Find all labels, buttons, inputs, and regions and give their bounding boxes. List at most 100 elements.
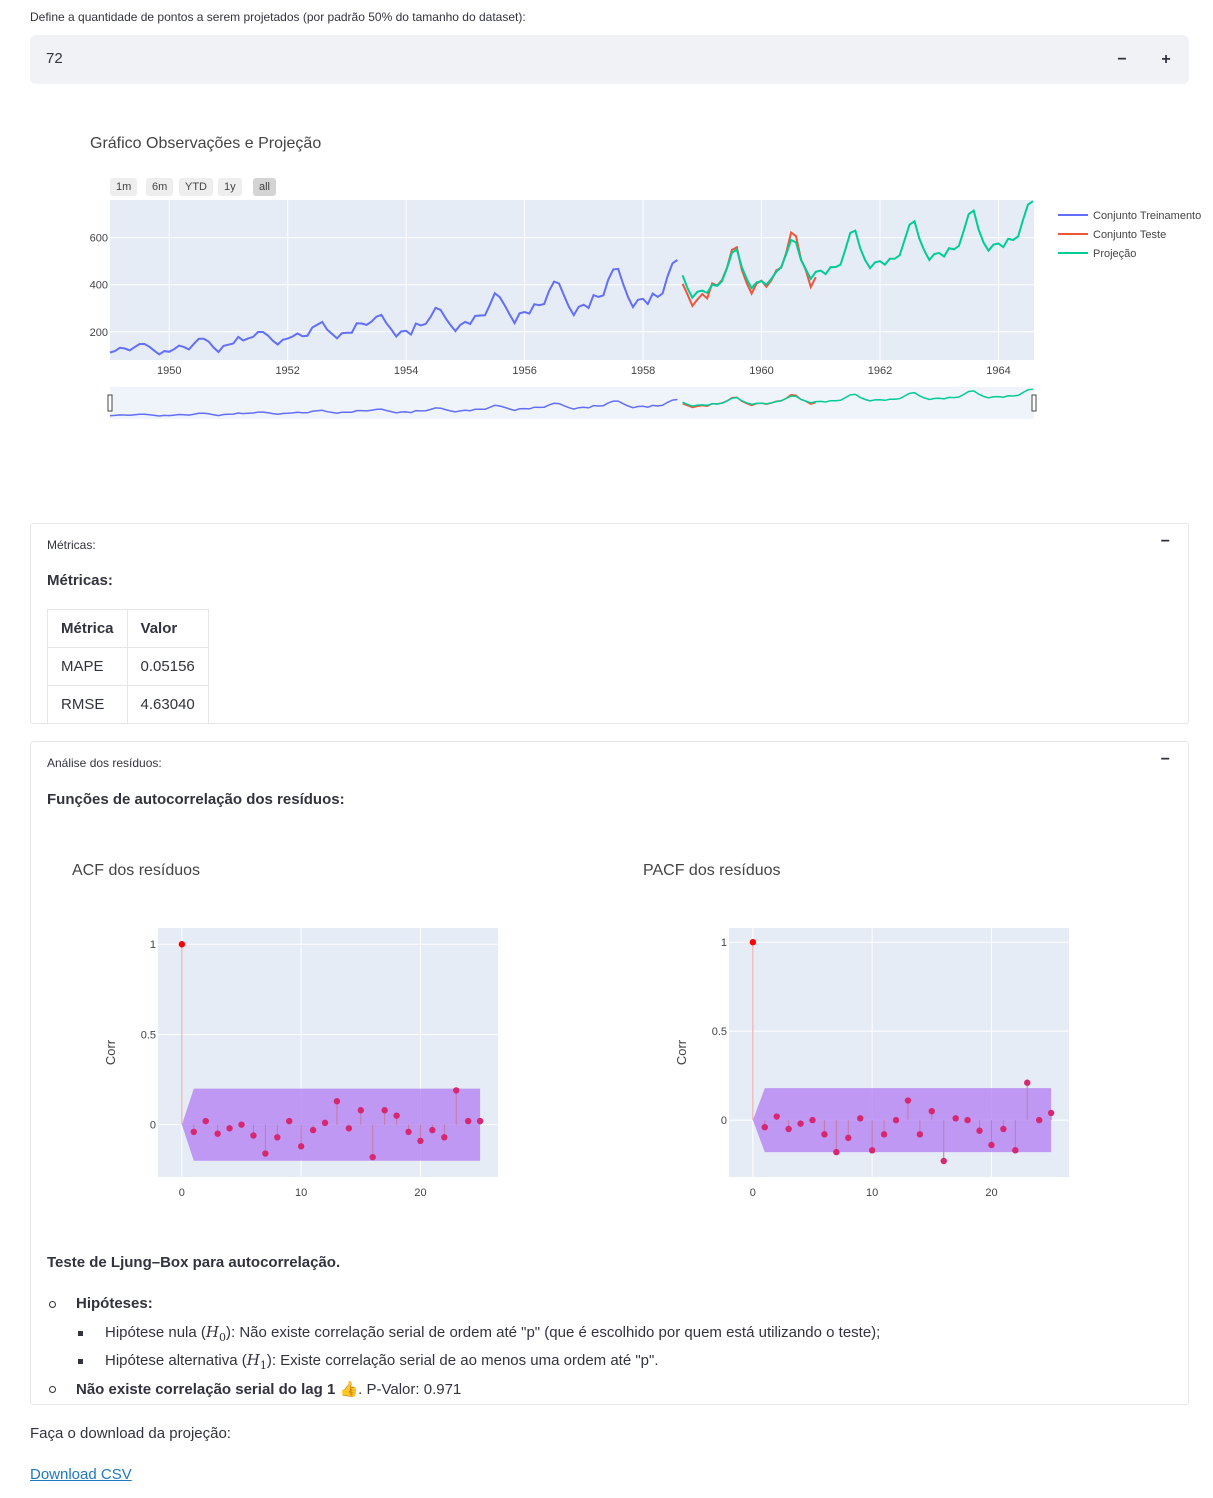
corr-point[interactable] [761, 1124, 768, 1131]
corr-point[interactable] [845, 1134, 852, 1142]
residuals-heading: Funções de autocorrelação dos resíduos: [47, 791, 345, 808]
range-button-1y[interactable]: 1y [218, 178, 242, 196]
main-plot-area [110, 200, 1034, 360]
residuals-expander-label[interactable]: Análise dos resíduos: [47, 756, 162, 770]
corr-point[interactable] [857, 1115, 864, 1122]
corr-point[interactable] [916, 1131, 924, 1138]
y-tick-label: 200 [90, 327, 108, 339]
metrics-expander-label[interactable]: Métricas: [47, 538, 96, 552]
corr-point[interactable] [868, 1147, 876, 1154]
range-slider-left-handle[interactable] [107, 394, 113, 412]
corr-point[interactable] [190, 1128, 197, 1136]
corr-point[interactable] [821, 1131, 828, 1138]
corr-point[interactable] [952, 1115, 959, 1122]
corr-point[interactable] [904, 1097, 912, 1104]
legend-item[interactable]: Projeção [1093, 248, 1136, 260]
corr-point[interactable] [785, 1125, 792, 1133]
y-tick-label: 0.5 [141, 1029, 156, 1041]
list-bullet [49, 1301, 56, 1308]
corr-point[interactable] [250, 1132, 257, 1139]
list-bullet [78, 1331, 83, 1336]
corr-point[interactable] [226, 1125, 233, 1132]
y-tick-label: 0.5 [712, 1026, 727, 1038]
x-tick-label: 20 [985, 1187, 997, 1199]
download-csv-link[interactable]: Download CSV [30, 1466, 132, 1483]
decrement-button[interactable]: − [1108, 47, 1136, 73]
range-button-6m[interactable]: 6m [146, 178, 174, 196]
corr-point[interactable] [1024, 1079, 1031, 1086]
acf-chart-title: ACF dos resíduos [72, 862, 201, 879]
y-tick-label: 0 [721, 1115, 727, 1127]
null-hypothesis: Hipótese nula (H0): Não existe correlaçã… [105, 1323, 881, 1344]
residuals-collapse-icon[interactable]: − [1161, 751, 1170, 769]
pacf-chart[interactable]: 0102000.51LagsCorr [602, 912, 1172, 1202]
corr-point[interactable] [773, 1113, 780, 1120]
range-slider[interactable] [110, 387, 1034, 419]
corr-point[interactable] [749, 939, 757, 946]
range-button-1m[interactable]: 1m [110, 178, 138, 196]
x-tick-label: 1956 [512, 365, 536, 377]
corr-point[interactable] [369, 1153, 376, 1161]
corr-point[interactable] [976, 1127, 983, 1134]
corr-point[interactable] [809, 1116, 816, 1124]
corr-point[interactable] [214, 1130, 221, 1137]
y-axis-label: Corr [103, 1039, 118, 1065]
corr-point[interactable] [441, 1134, 448, 1141]
x-tick-label: 0 [179, 1187, 185, 1199]
corr-point[interactable] [928, 1107, 936, 1115]
corr-point[interactable] [988, 1141, 995, 1149]
x-tick-label: 1962 [868, 365, 892, 377]
corr-point[interactable] [1047, 1109, 1055, 1117]
corr-point[interactable] [940, 1157, 947, 1165]
metrics-expander[interactable]: Métricas: − Métricas: Métrica Valor MAPE… [30, 523, 1189, 724]
corr-point[interactable] [309, 1126, 317, 1134]
x-tick-label: 1952 [275, 365, 299, 377]
metrics-collapse-icon[interactable]: − [1161, 533, 1170, 551]
corr-point[interactable] [202, 1117, 209, 1125]
range-button-all[interactable]: all [253, 178, 277, 196]
metric-value: 0.05156 [126, 647, 209, 686]
corr-point[interactable] [321, 1119, 329, 1127]
projection-count-value[interactable]: 72 [46, 50, 63, 67]
corr-point[interactable] [417, 1137, 424, 1145]
corr-point[interactable] [429, 1126, 436, 1134]
corr-point[interactable] [1012, 1147, 1019, 1154]
corr-point[interactable] [797, 1120, 804, 1127]
corr-point[interactable] [297, 1143, 305, 1150]
x-tick-label: 1950 [157, 365, 181, 377]
corr-point[interactable] [453, 1087, 460, 1094]
projection-count-input[interactable]: 72 − + [30, 35, 1189, 84]
corr-point[interactable] [262, 1150, 269, 1157]
corr-point[interactable] [381, 1107, 388, 1114]
acf-chart[interactable]: 0102000.51LagsCorr [31, 912, 601, 1202]
x-tick-label: 20 [414, 1187, 426, 1199]
residuals-expander[interactable]: Análise dos resíduos: − Funções de autoc… [30, 741, 1189, 1405]
corr-point[interactable] [1000, 1125, 1007, 1133]
main-chart[interactable]: 1950 1952 1954 1956 1958 1960 1962 1964 200 400 60… [0, 195, 1213, 425]
corr-point[interactable] [964, 1116, 971, 1124]
corr-point[interactable] [833, 1148, 840, 1156]
projection-count-label: Define a quantidade de pontos a serem pr… [30, 10, 526, 24]
corr-point[interactable] [274, 1134, 281, 1141]
legend-item[interactable]: Conjunto Treinamento [1093, 210, 1201, 222]
corr-point[interactable] [345, 1125, 353, 1132]
corr-point[interactable] [880, 1131, 888, 1138]
legend-item[interactable]: Conjunto Teste [1093, 229, 1166, 241]
corr-point[interactable] [286, 1117, 293, 1125]
corr-point[interactable] [892, 1116, 900, 1124]
corr-point[interactable] [464, 1117, 472, 1125]
corr-point[interactable] [178, 941, 186, 948]
corr-point[interactable] [357, 1107, 365, 1114]
corr-point[interactable] [476, 1117, 484, 1125]
increment-button[interactable]: + [1152, 47, 1180, 73]
range-button-ytd[interactable]: YTD [179, 178, 213, 196]
corr-point[interactable] [238, 1121, 245, 1128]
range-slider-right-handle[interactable] [1031, 394, 1037, 412]
ljung-box-title: Teste de Ljung–Box para autocorrelação. [47, 1254, 341, 1271]
confidence-band [752, 1088, 1052, 1153]
h1-symbol: H1 [246, 1351, 267, 1372]
corr-point[interactable] [1035, 1116, 1043, 1124]
corr-point[interactable] [333, 1098, 341, 1105]
corr-point[interactable] [405, 1128, 412, 1136]
corr-point[interactable] [393, 1112, 400, 1119]
